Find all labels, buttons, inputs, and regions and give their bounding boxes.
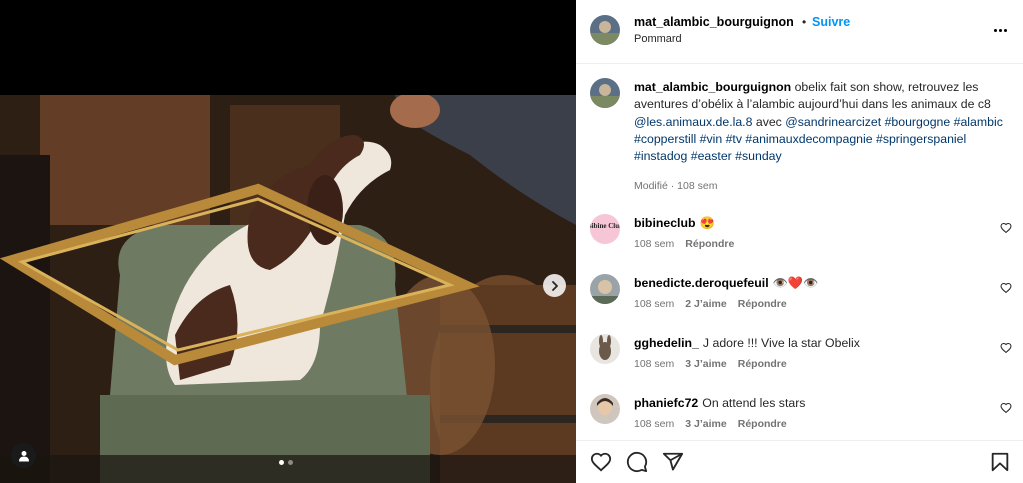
follow-button[interactable]: Suivre bbox=[812, 15, 850, 29]
comment-heart-icon[interactable] bbox=[1000, 222, 1012, 234]
comment-username[interactable]: phaniefc72 bbox=[634, 396, 698, 410]
post-header: mat_alambic_bourguignon • Suivre Pommard bbox=[576, 0, 1023, 64]
user-tag-icon bbox=[18, 450, 29, 461]
comment-item: benedicte.deroquefeuil 👁️❤️👁️ 108 sem 2 J… bbox=[576, 274, 1023, 334]
comment-reply-button[interactable]: Répondre bbox=[738, 358, 787, 370]
commenter-avatar[interactable] bbox=[590, 274, 620, 304]
comment-meta: 108 sem 3 J’aime Répondre bbox=[634, 358, 787, 370]
commenter-avatar[interactable]: Bibine Club bbox=[590, 214, 620, 244]
commenter-avatar[interactable] bbox=[590, 394, 620, 424]
bookmark-icon[interactable] bbox=[989, 451, 1011, 473]
comment-time: 108 sem bbox=[634, 298, 675, 310]
caption-mention-1[interactable]: @les.animaux.de.la.8 bbox=[634, 115, 752, 129]
comment-likes[interactable]: 2 J’aime bbox=[685, 298, 726, 310]
comment-item: Bibine Club bibineclub😍 108 sem Répondre bbox=[576, 214, 1023, 274]
comment-text-line: gghedelin_ J adore !!! Vive la star Obeli… bbox=[634, 336, 860, 350]
caption-author-avatar[interactable] bbox=[590, 78, 620, 108]
comment-reply-button[interactable]: Répondre bbox=[738, 298, 787, 310]
caption-mention-2[interactable]: @sandrinearcizet bbox=[785, 115, 881, 129]
comment-reply-button[interactable]: Répondre bbox=[685, 238, 734, 250]
post-location[interactable]: Pommard bbox=[634, 33, 682, 45]
comment-meta: 108 sem 3 J’aime Répondre bbox=[634, 418, 787, 430]
comment-username[interactable]: bibineclub bbox=[634, 216, 696, 230]
caption-with: avec bbox=[755, 114, 782, 129]
comment-body: J adore !!! Vive la star Obelix bbox=[702, 336, 860, 350]
comment-meta: 108 sem 2 J’aime Répondre bbox=[634, 298, 787, 310]
header-separator: • bbox=[802, 15, 807, 29]
caption-username[interactable]: mat_alambic_bourguignon bbox=[634, 80, 791, 94]
comment-bubble-icon[interactable] bbox=[626, 451, 648, 473]
comment-meta: 108 sem Répondre bbox=[634, 238, 734, 250]
comment-text-line: benedicte.deroquefeuil 👁️❤️👁️ bbox=[634, 276, 819, 291]
commenter-avatar[interactable] bbox=[590, 334, 620, 364]
comment-body: On attend les stars bbox=[702, 396, 806, 410]
heart-outline-icon[interactable] bbox=[590, 451, 612, 473]
carousel-dot bbox=[288, 460, 293, 465]
carousel-indicators bbox=[279, 460, 293, 465]
comment-item: gghedelin_ J adore !!! Vive la star Obeli… bbox=[576, 334, 1023, 394]
comment-text-line: phaniefc72 On attend les stars bbox=[634, 396, 805, 410]
paper-plane-icon[interactable] bbox=[662, 451, 684, 473]
post-caption: mat_alambic_bourguignon obelix fait son … bbox=[576, 64, 1023, 204]
media-viewer bbox=[0, 0, 576, 483]
comment-heart-icon[interactable] bbox=[1000, 282, 1012, 294]
comment-heart-icon[interactable] bbox=[1000, 402, 1012, 414]
comment-likes[interactable]: 3 J’aime bbox=[685, 418, 726, 430]
comment-username[interactable]: gghedelin_ bbox=[634, 336, 699, 350]
comment-likes[interactable]: 3 J’aime bbox=[685, 358, 726, 370]
comment-time: 108 sem bbox=[634, 238, 675, 250]
post-panel: mat_alambic_bourguignon • Suivre Pommard… bbox=[576, 0, 1023, 483]
comment-body: 😍 bbox=[699, 216, 715, 230]
comment-body: 👁️❤️👁️ bbox=[772, 276, 819, 290]
comment-time: 108 sem bbox=[634, 358, 675, 370]
post-photo bbox=[0, 95, 576, 483]
author-username[interactable]: mat_alambic_bourguignon bbox=[634, 15, 794, 29]
comment-username[interactable]: benedicte.deroquefeuil bbox=[634, 276, 769, 290]
caption-text: mat_alambic_bourguignon obelix fait son … bbox=[634, 79, 1006, 165]
comment-reply-button[interactable]: Répondre bbox=[738, 418, 787, 430]
post-actions-bar bbox=[576, 440, 1023, 483]
caption-meta: Modifié · 108 sem bbox=[634, 180, 718, 192]
chevron-right-icon bbox=[551, 280, 558, 291]
comment-heart-icon[interactable] bbox=[1000, 342, 1012, 354]
next-slide-button[interactable] bbox=[543, 274, 566, 297]
user-tag-button[interactable] bbox=[11, 443, 36, 468]
photo-illustration bbox=[0, 95, 576, 483]
comment-time: 108 sem bbox=[634, 418, 675, 430]
author-avatar[interactable] bbox=[590, 15, 620, 45]
more-options-icon[interactable] bbox=[990, 22, 1010, 38]
comment-text-line: bibineclub 😍 bbox=[634, 216, 715, 231]
carousel-dot-active bbox=[279, 460, 284, 465]
bibine-logo-text: Bibine Club bbox=[590, 222, 620, 230]
